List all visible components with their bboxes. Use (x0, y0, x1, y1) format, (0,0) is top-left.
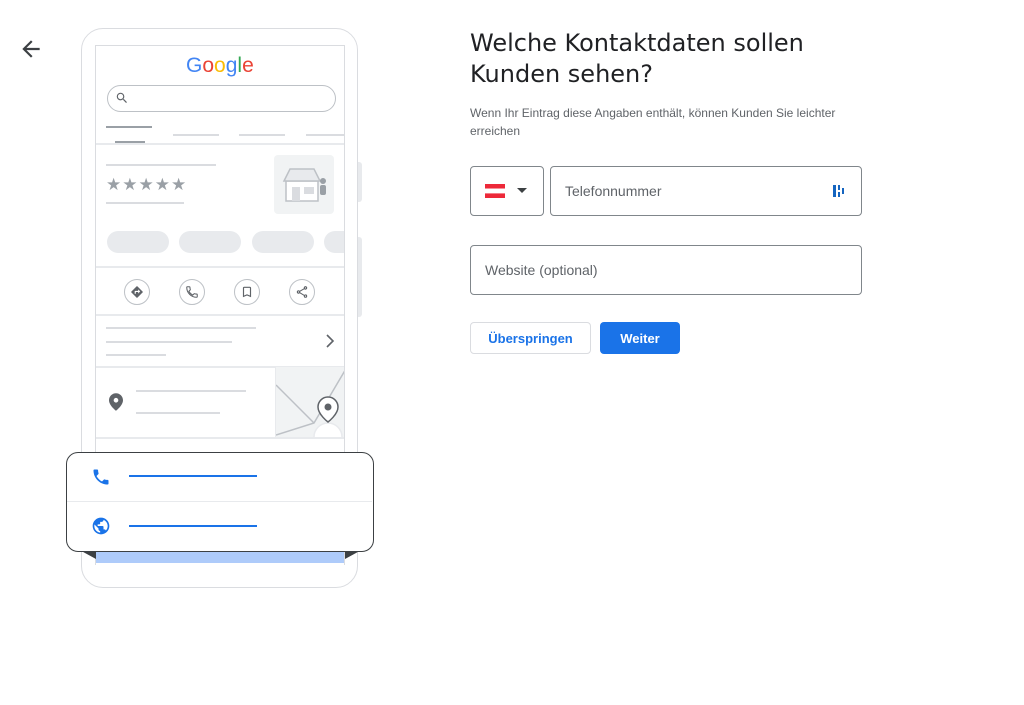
share-icon (289, 279, 315, 305)
illustration-search-bar (107, 85, 336, 112)
phone-number-input[interactable] (551, 167, 861, 215)
directions-icon (124, 279, 150, 305)
phone-icon (179, 279, 205, 305)
back-button[interactable] (18, 36, 44, 62)
chevron-right-icon (326, 334, 335, 348)
page-subtitle: Wenn Ihr Eintrag diese Angaben enthält, … (470, 106, 836, 138)
page-title: Welche Kontaktdaten sollen Kunden sehen? (470, 29, 804, 88)
contact-info-card (66, 452, 374, 552)
phone-icon (93, 469, 109, 485)
skip-button[interactable]: Überspringen (470, 322, 591, 354)
map-pin-icon (317, 396, 339, 423)
phone-number-field[interactable] (550, 166, 862, 216)
country-code-select[interactable] (470, 166, 544, 216)
map-thumbnail (275, 367, 344, 437)
dropdown-arrow-icon (517, 188, 527, 193)
globe-icon (92, 517, 110, 535)
google-logo: Google (96, 52, 344, 83)
search-icon (116, 92, 127, 103)
arrow-back-icon (22, 40, 40, 58)
location-pin-icon (109, 393, 123, 411)
bookmark-icon (234, 279, 260, 305)
svg-text:Google: Google (186, 54, 254, 77)
phone-side-button (358, 237, 362, 317)
rating-stars: ★★★★★ (106, 175, 188, 195)
autofill-extension-icon[interactable] (833, 184, 845, 198)
website-field[interactable] (470, 245, 862, 295)
phone-side-button (358, 162, 362, 202)
next-button[interactable]: Weiter (600, 322, 680, 354)
website-input[interactable] (471, 246, 861, 294)
austria-flag-icon (485, 184, 505, 198)
storefront-image (274, 155, 334, 214)
storefront-icon (282, 168, 326, 202)
